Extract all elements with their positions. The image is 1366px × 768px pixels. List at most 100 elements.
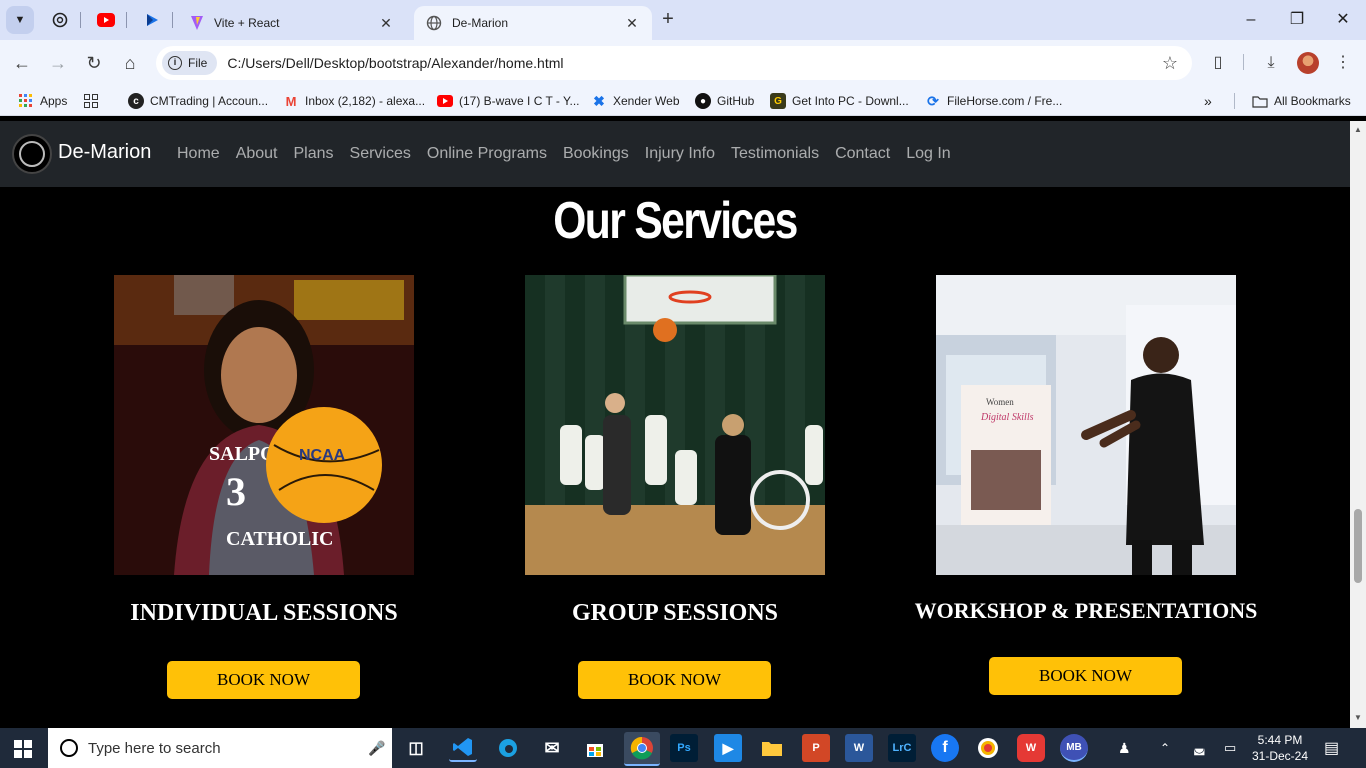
youtube-tab-icon[interactable] [96,10,116,30]
bookmark-apps[interactable]: Apps [18,91,67,111]
book-now-workshop-button[interactable]: BOOK NOW [989,657,1182,695]
brand-logo[interactable] [12,134,52,174]
wifi-icon[interactable]: ◛ [1193,728,1206,768]
taskbar-search[interactable]: Type here to search 🎤 [48,728,392,768]
people-icon[interactable]: ♟ [1118,728,1131,768]
browser-toolbar: ← → ↻ ⌂ i File C:/Users/Dell/Desktop/boo… [0,40,1366,86]
back-button[interactable]: ← [9,50,35,76]
zoom-icon[interactable]: ▶ [714,734,742,762]
bookmark-youtube[interactable]: (17) B-wave I C T - Y... [437,91,580,111]
address-bar[interactable]: i File C:/Users/Dell/Desktop/bootstrap/A… [156,46,1192,80]
nav-log-in[interactable]: Log In [906,145,950,163]
all-bookmarks-button[interactable]: All Bookmarks [1252,91,1351,111]
scroll-thumb[interactable] [1354,509,1362,583]
wps-office-icon[interactable]: W [1017,734,1045,762]
bookmark-label: (17) B-wave I C T - Y... [459,94,580,108]
bookmark-xender[interactable]: ✖ Xender Web [591,91,679,111]
bookmark-label: Inbox (2,182) - alexa... [305,94,426,108]
service-title-group: GROUP SESSIONS [571,600,779,626]
vpn-shield-icon[interactable] [974,734,1002,762]
taskbar-search-placeholder: Type here to search [88,739,221,757]
microphone-icon[interactable]: 🎤 [362,740,392,757]
bookmark-getintopc[interactable]: G Get Into PC - Downl... [770,91,909,111]
task-view-icon[interactable]: ◫ [402,734,430,762]
nav-plans[interactable]: Plans [294,145,334,163]
edge-icon[interactable] [494,734,522,762]
nav-home[interactable]: Home [177,145,220,163]
bookmark-star-icon[interactable]: ☆ [1156,53,1184,74]
service-title-workshop: WORKSHOP & PRESENTATIONS [914,598,1258,623]
bookmark-grid[interactable] [83,91,105,111]
facebook-icon[interactable]: f [931,734,959,762]
close-window-button[interactable]: ✕ [1320,6,1366,34]
workshop-presenter-photo: Women Digital Skills [936,275,1236,575]
bookmark-filehorse[interactable]: ⟳ FileHorse.com / Fre... [925,91,1062,111]
word-icon[interactable]: W [845,734,873,762]
nav-bookings[interactable]: Bookings [563,145,629,163]
new-tab-button[interactable]: + [656,8,680,32]
taskbar-clock[interactable]: 5:44 PM 31-Dec-24 [1250,732,1310,764]
forward-button[interactable]: → [45,50,71,76]
tab-de-marion[interactable]: De-Marion ✕ [414,6,652,40]
tab-search-button[interactable]: ▼ [6,6,34,34]
bookmark-cmtrading[interactable]: c CMTrading | Accoun... [128,91,268,111]
bookmark-gmail[interactable]: M Inbox (2,182) - alexa... [283,91,426,111]
battery-icon[interactable]: ▭ [1224,728,1236,768]
nav-injury-info[interactable]: Injury Info [645,145,715,163]
photoshop-icon[interactable]: Ps [670,734,698,762]
bookmark-github[interactable]: ● GitHub [695,91,754,111]
powerpoint-icon[interactable]: P [802,734,830,762]
book-now-group-button[interactable]: BOOK NOW [578,661,771,699]
svg-text:NCAA: NCAA [299,447,346,464]
page-scrollbar[interactable]: ▲ ▼ [1350,121,1366,728]
brand-name[interactable]: De-Marion [58,141,151,164]
nav-about[interactable]: About [236,145,278,163]
notifications-icon[interactable]: ▤ [1324,728,1339,768]
bookmark-label: CMTrading | Accoun... [150,94,269,108]
reload-button[interactable]: ↻ [81,50,107,76]
mb-app-icon[interactable]: MB [1060,734,1088,762]
windows-start-icon[interactable] [14,740,32,758]
minimize-button[interactable]: – [1228,6,1274,34]
tab-vite-react[interactable]: Vite + React ✕ [178,6,406,40]
svg-text:Digital Skills: Digital Skills [980,412,1034,423]
site-info-chip[interactable]: i File [162,51,218,75]
book-now-individual-button[interactable]: BOOK NOW [167,661,360,699]
info-icon: i [168,56,182,70]
svg-text:CATHOLIC: CATHOLIC [226,528,333,550]
menu-kebab-icon[interactable]: ⋮ [1331,52,1355,76]
close-icon[interactable]: ✕ [620,15,644,32]
download-icon[interactable]: ⤓ [1259,52,1283,76]
play-tab-icon[interactable] [142,10,162,30]
restore-button[interactable]: ❐ [1274,6,1320,34]
bookmarks-overflow-icon[interactable]: » [1204,91,1212,111]
profile-avatar[interactable] [1297,52,1319,74]
group-basketball-photo [525,275,825,575]
svg-text:Women: Women [986,397,1014,407]
url-text[interactable]: C:/Users/Dell/Desktop/bootstrap/Alexande… [227,55,1156,71]
service-title-individual: INDIVIDUAL SESSIONS [130,600,398,626]
nav-contact[interactable]: Contact [835,145,890,163]
scroll-up-icon[interactable]: ▲ [1354,125,1362,134]
mail-icon[interactable]: ✉ [538,734,566,762]
vscode-icon[interactable] [449,734,477,762]
bookmark-label: FileHorse.com / Fre... [947,94,1063,108]
chrome-icon[interactable] [624,732,660,766]
extensions-icon[interactable]: ▯ [1206,52,1230,76]
nav-services[interactable]: Services [350,145,411,163]
scroll-down-icon[interactable]: ▼ [1354,713,1362,722]
nav-testimonials[interactable]: Testimonials [731,145,819,163]
chatgpt-tab-icon[interactable] [50,10,70,30]
close-icon[interactable]: ✕ [374,15,398,32]
grid-icon [83,93,99,109]
tray-expand-icon[interactable]: ⌃ [1160,728,1170,768]
file-explorer-icon[interactable] [758,734,786,762]
section-title: Our Services [553,192,798,250]
github-icon: ● [695,93,711,109]
nav-online-programs[interactable]: Online Programs [427,145,547,163]
home-button[interactable]: ⌂ [117,50,143,76]
clock-date: 31-Dec-24 [1251,749,1309,763]
store-icon[interactable] [581,734,609,762]
lightroom-icon[interactable]: LrC [888,734,916,762]
bookmark-label: Apps [40,94,68,108]
